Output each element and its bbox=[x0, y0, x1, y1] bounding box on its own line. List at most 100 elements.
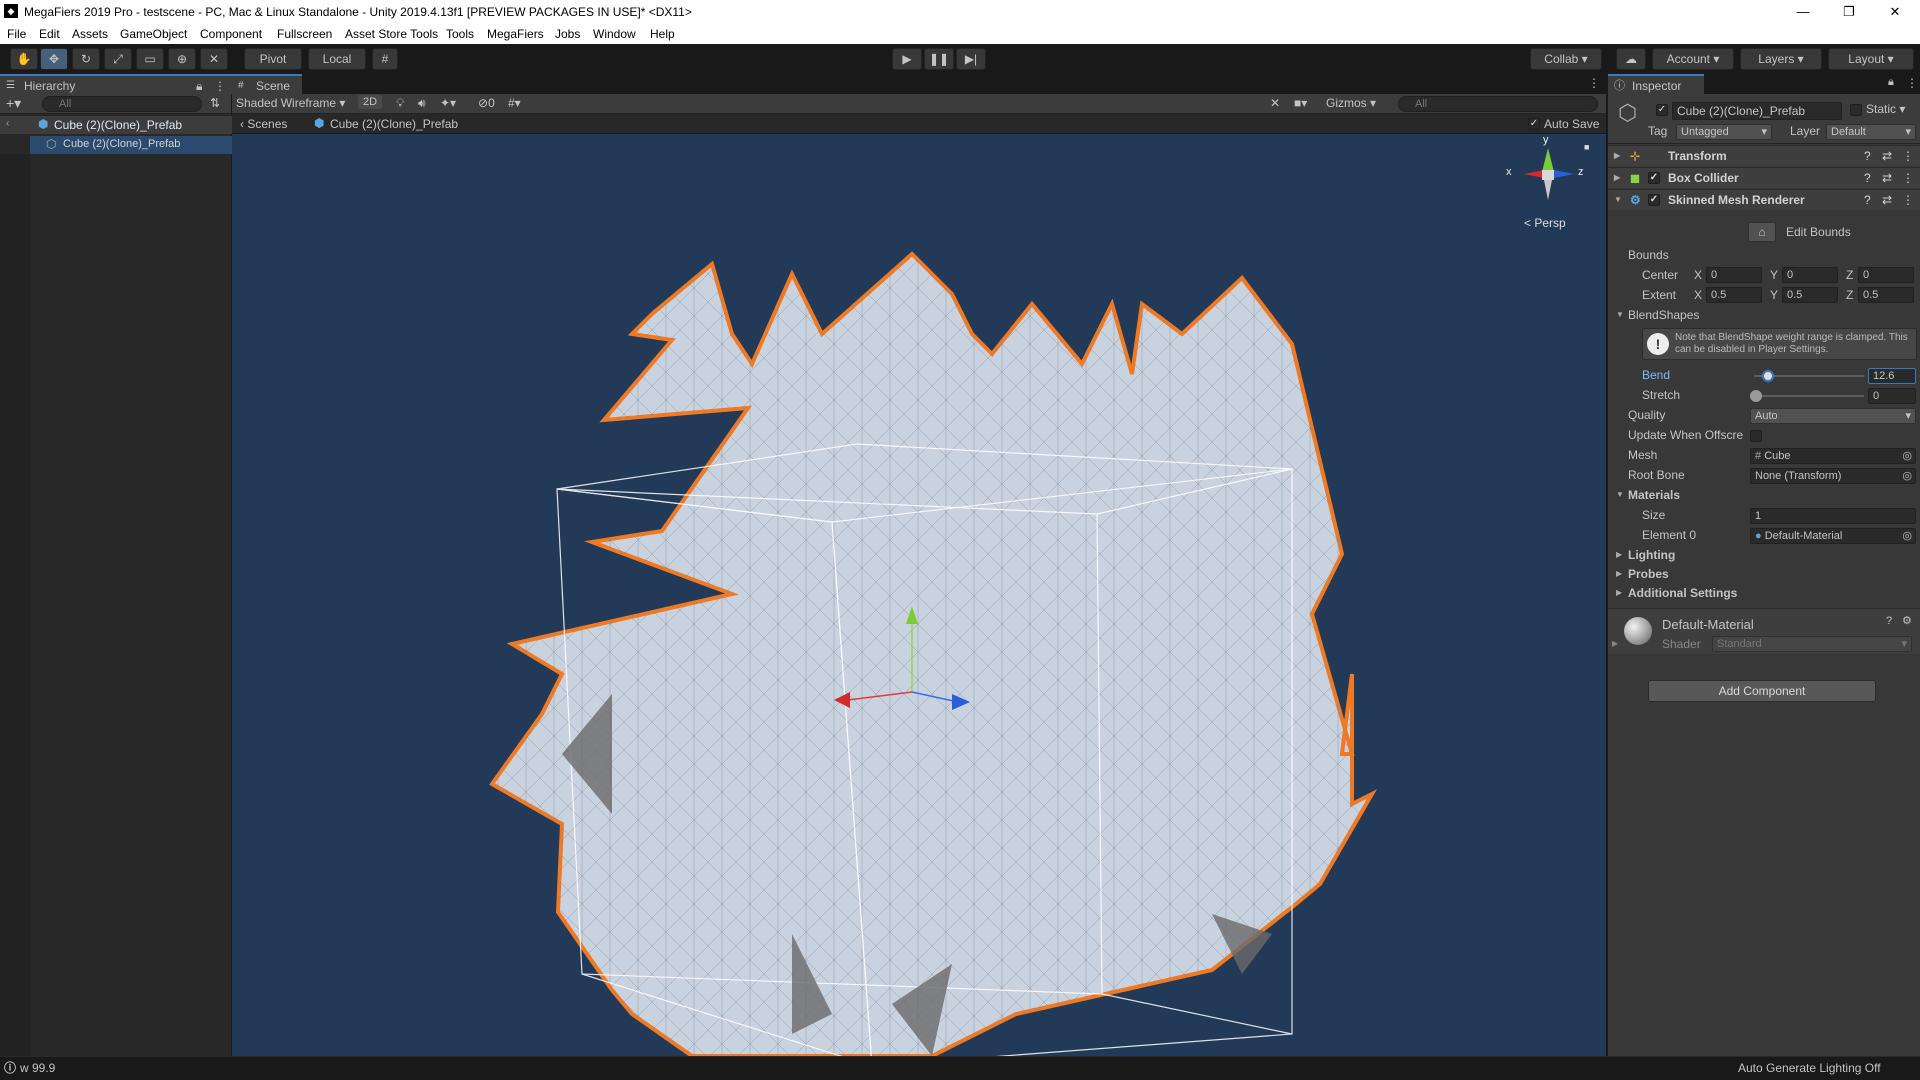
grid-toggle-icon[interactable]: #▾ bbox=[508, 96, 521, 110]
breadcrumb-scenes[interactable]: ‹ Scenes bbox=[240, 117, 287, 131]
list-item[interactable]: ⬡ Cube (2)(Clone)_Prefab bbox=[30, 136, 232, 154]
menu-component[interactable]: Component bbox=[200, 27, 262, 41]
menu-file[interactable]: File bbox=[7, 27, 26, 41]
box-collider-checkbox[interactable]: ✓ bbox=[1648, 172, 1660, 184]
layout-dropdown[interactable]: Layout ▾ bbox=[1828, 48, 1914, 70]
center-y-field[interactable]: 0 bbox=[1782, 267, 1838, 283]
bend-value-field[interactable]: 12.6 bbox=[1868, 368, 1916, 384]
effects-dropdown-icon[interactable]: ✦▾ bbox=[440, 96, 456, 110]
inspector-kebab-icon[interactable]: ⋮ bbox=[1906, 76, 1918, 90]
materials-size-field[interactable]: 1 bbox=[1750, 508, 1916, 524]
gizmo-lock-icon[interactable]: ■ bbox=[1584, 142, 1589, 152]
menu-asset-store-tools[interactable]: Asset Store Tools bbox=[345, 27, 438, 41]
hierarchy-search-input[interactable]: All bbox=[42, 96, 202, 112]
pivot-toggle[interactable]: Pivot bbox=[244, 48, 302, 70]
cloud-icon[interactable]: ☁ bbox=[1616, 48, 1646, 70]
additional-settings-section[interactable]: Additional Settings bbox=[1628, 586, 1737, 600]
static-checkbox[interactable] bbox=[1850, 104, 1862, 116]
inspector-lock-icon[interactable]: 🔒︎ bbox=[1888, 76, 1894, 89]
probes-section[interactable]: Probes bbox=[1628, 567, 1669, 581]
hand-tool-icon[interactable]: ✋ bbox=[10, 48, 38, 70]
audio-toggle-icon[interactable]: 🔊︎ bbox=[418, 96, 426, 111]
help-icon[interactable]: ? bbox=[1864, 190, 1871, 210]
menu-megafiers[interactable]: MegaFiers bbox=[487, 27, 544, 41]
account-dropdown[interactable]: Account ▾ bbox=[1652, 48, 1734, 70]
tools-icon[interactable]: ✕ bbox=[1270, 96, 1280, 110]
step-button[interactable]: ▶| bbox=[956, 48, 986, 70]
custom-tool-icon[interactable]: ✕ bbox=[200, 48, 228, 70]
component-skinned-mesh-renderer[interactable]: ▼ ⚙ ✓ Skinned Mesh Renderer ? ⇄ ⋮ bbox=[1608, 189, 1920, 210]
object-picker-icon[interactable]: ◎ bbox=[1902, 449, 1912, 463]
center-x-field[interactable]: 0 bbox=[1706, 267, 1762, 283]
rect-tool-icon[interactable]: ▭ bbox=[136, 48, 164, 70]
list-item[interactable]: ‹ ⬢ Cube (2)(Clone)_Prefab bbox=[0, 116, 232, 134]
shading-mode-dropdown[interactable]: Shaded Wireframe ▾ bbox=[236, 96, 345, 110]
camera-dropdown-icon[interactable]: ■▾ bbox=[1294, 96, 1307, 110]
menu-window[interactable]: Window bbox=[593, 27, 636, 41]
static-dropdown[interactable]: Static ▾ bbox=[1866, 102, 1905, 116]
component-transform[interactable]: ▶ ⊹ Transform ? ⇄ ⋮ bbox=[1608, 145, 1920, 166]
object-picker-icon[interactable]: ◎ bbox=[1902, 529, 1912, 543]
preset-icon[interactable]: ⇄ bbox=[1882, 190, 1892, 210]
status-lighting-text[interactable]: Auto Generate Lighting Off bbox=[1738, 1057, 1881, 1079]
pause-button[interactable]: ❚❚ bbox=[924, 48, 954, 70]
transform-tool-icon[interactable]: ⊕ bbox=[168, 48, 196, 70]
local-toggle[interactable]: Local bbox=[308, 48, 366, 70]
sort-icon[interactable]: ⇅ bbox=[210, 96, 220, 110]
2d-toggle[interactable]: 2D bbox=[358, 95, 383, 109]
add-component-button[interactable]: Add Component bbox=[1648, 680, 1876, 702]
stretch-value-field[interactable]: 0 bbox=[1868, 388, 1916, 404]
object-name-field[interactable]: Cube (2)(Clone)_Prefab bbox=[1672, 102, 1842, 120]
layers-dropdown[interactable]: Layers ▾ bbox=[1740, 48, 1822, 70]
rotate-tool-icon[interactable]: ↻ bbox=[72, 48, 100, 70]
object-picker-icon[interactable]: ◎ bbox=[1902, 469, 1912, 483]
menu-gameobject[interactable]: GameObject bbox=[120, 27, 187, 41]
menu-jobs[interactable]: Jobs bbox=[555, 27, 580, 41]
menu-assets[interactable]: Assets bbox=[72, 27, 108, 41]
auto-save-checkbox[interactable]: ✓ bbox=[1528, 118, 1540, 130]
bend-slider-track[interactable] bbox=[1754, 370, 1864, 382]
skinned-mesh-checkbox[interactable]: ✓ bbox=[1648, 194, 1660, 206]
hidden-objects-icon[interactable]: ⊘0 bbox=[478, 96, 495, 110]
extent-z-field[interactable]: 0.5 bbox=[1858, 287, 1914, 303]
maximize-button[interactable]: ❐ bbox=[1826, 2, 1872, 22]
back-arrow-icon[interactable]: ‹ bbox=[6, 118, 9, 129]
scene-search-input[interactable]: All bbox=[1398, 96, 1598, 112]
move-tool-icon[interactable]: ✥ bbox=[40, 48, 68, 70]
lighting-toggle-icon[interactable]: 💡︎ bbox=[396, 96, 404, 111]
breadcrumb-prefab-label[interactable]: Cube (2)(Clone)_Prefab bbox=[330, 117, 458, 131]
edit-bounds-button[interactable]: ⌂ bbox=[1748, 222, 1776, 242]
component-menu-icon[interactable]: ⋮ bbox=[1902, 190, 1914, 210]
scale-tool-icon[interactable]: ⤢ bbox=[104, 48, 132, 70]
menu-fullscreen[interactable]: Fullscreen bbox=[277, 27, 332, 41]
grid-snap-icon[interactable]: # bbox=[372, 48, 398, 70]
scene-kebab-icon[interactable]: ⋮ bbox=[1588, 76, 1600, 90]
persp-label[interactable]: < Persp bbox=[1524, 216, 1566, 230]
menu-edit[interactable]: Edit bbox=[39, 27, 60, 41]
shader-dropdown[interactable]: Standard ▾ bbox=[1712, 636, 1912, 652]
help-icon[interactable]: ? bbox=[1864, 146, 1871, 166]
menu-tools[interactable]: Tools bbox=[446, 27, 474, 41]
blendshapes-label[interactable]: BlendShapes bbox=[1628, 308, 1699, 322]
create-plus-icon[interactable]: +▾ bbox=[6, 95, 21, 112]
close-button[interactable]: ✕ bbox=[1872, 2, 1918, 22]
quality-dropdown[interactable]: Auto ▾ bbox=[1750, 408, 1916, 424]
preset-icon[interactable]: ⇄ bbox=[1882, 168, 1892, 188]
help-icon[interactable]: ? bbox=[1886, 615, 1892, 627]
object-active-checkbox[interactable]: ✓ bbox=[1656, 104, 1668, 116]
layer-dropdown[interactable]: Default ▾ bbox=[1826, 124, 1916, 140]
gizmos-dropdown[interactable]: Gizmos ▾ bbox=[1326, 96, 1376, 110]
kebab-menu-icon[interactable]: ⋮ bbox=[214, 76, 226, 96]
element0-field[interactable]: ● Default-Material ◎ bbox=[1750, 528, 1916, 544]
preset-icon[interactable]: ⇄ bbox=[1882, 146, 1892, 166]
gear-icon[interactable]: ⚙ bbox=[1902, 614, 1912, 627]
mesh-field[interactable]: # Cube ◎ bbox=[1750, 448, 1916, 464]
scene-viewport[interactable]: y x z < Persp ■ bbox=[232, 134, 1606, 1056]
collab-dropdown[interactable]: Collab ▾ bbox=[1530, 48, 1602, 70]
tab-scene[interactable]: # Scene bbox=[232, 74, 302, 94]
stretch-slider-knob[interactable] bbox=[1750, 390, 1762, 402]
update-offscreen-checkbox[interactable] bbox=[1750, 430, 1762, 442]
menu-help[interactable]: Help bbox=[650, 27, 675, 41]
lock-icon[interactable]: 🔒︎ bbox=[196, 76, 202, 96]
minimize-button[interactable]: — bbox=[1780, 2, 1826, 22]
